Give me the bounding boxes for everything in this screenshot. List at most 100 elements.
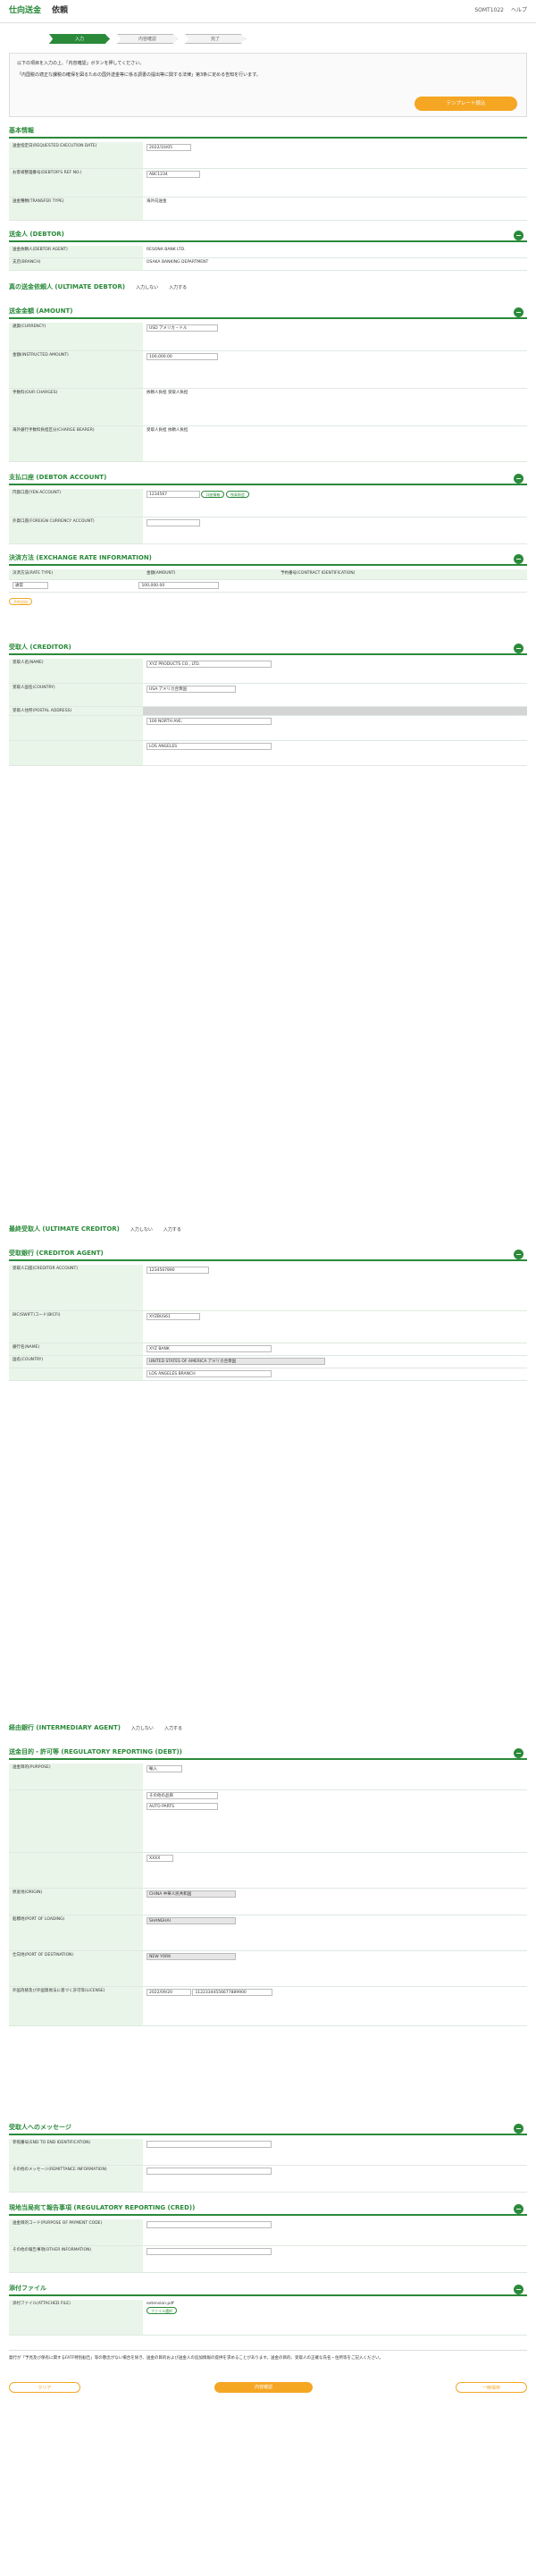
agent-name-label: 銀行名(NAME) [9, 1343, 143, 1355]
loading-label: 船積地(PORT OF LOADING) [9, 1915, 143, 1950]
bic-input[interactable]: XYZBUS61 [147, 1313, 200, 1320]
amount-input[interactable]: 100,000.00 [147, 353, 218, 360]
other-info-input[interactable] [147, 2248, 272, 2255]
origin-label: 原産地(ORIGIN) [9, 1889, 143, 1915]
ultcreditor-opt-yes[interactable]: 入力する [163, 1227, 181, 1233]
intermediary-opt-no[interactable]: 入力しない [131, 1726, 154, 1732]
collapse-icon[interactable]: − [514, 643, 523, 653]
account-info-button[interactable]: 口座情報 [201, 491, 225, 498]
message-label-1: 参照番号(END TO END IDENTIFICATION) [9, 2139, 143, 2165]
collapse-icon[interactable]: − [514, 553, 523, 564]
ref-label: お客様整理番号(DEBTOR'S REF NO.) [9, 169, 143, 197]
transfer-radio[interactable]: 海外向送金 [147, 199, 167, 204]
rate-amount-input[interactable]: 100,000.00 [138, 582, 220, 589]
origin-select[interactable]: CHINA 中華人民共和国 [147, 1890, 236, 1898]
rate-title: 決済方法 (EXCHANGE RATE INFORMATION) [9, 554, 152, 562]
files-title: 添付ファイル [9, 2285, 46, 2293]
page-title: 仕向送金 [9, 5, 42, 15]
template-load-button[interactable]: テンプレート読込 [415, 97, 517, 111]
file-select-button[interactable]: ファイル選択 [147, 2306, 177, 2314]
clear-button[interactable]: クリア [9, 2382, 80, 2393]
dest-input[interactable]: NEW YORK [147, 1953, 236, 1960]
town-input[interactable]: LOS ANGELES [147, 743, 272, 750]
iban-input[interactable]: 1234567890 [147, 1267, 209, 1274]
overseas-opt-2[interactable]: 依頼人負担 [168, 428, 188, 433]
app-header: 仕向送金 依頼 SOMT1022 ヘルプ [0, 0, 536, 23]
remittance-input[interactable] [147, 2168, 272, 2175]
end-to-end-input[interactable] [147, 2141, 272, 2148]
rate-type-select[interactable]: 通常 [13, 582, 48, 589]
collapse-icon[interactable]: − [514, 1747, 523, 1758]
confirm-button[interactable]: 内容確認 [214, 2382, 313, 2393]
amount-section: 送金金額 (AMOUNT) − 通貨(CURRENCY) USD アメリカ・ドル 金… [9, 307, 527, 464]
ultimate-creditor-section: 最終受取人 (ULTIMATE CREDITOR) 入力しない 入力する [9, 1224, 527, 1240]
message-label-2: その他のメッセージ(REMITTANCE INFORMATION) [9, 2166, 143, 2192]
ultdebtor-title: 真の送金依頼人 (ULTIMATE DEBTOR) [9, 283, 126, 291]
agent-account-label: 受取人口座(CREDITOR ACCOUNT) [9, 1265, 143, 1310]
account-title: 支払口座 (DEBTOR ACCOUNT) [9, 474, 107, 482]
item-input[interactable]: AUTO PARTS [147, 1803, 218, 1811]
add-contract-button[interactable]: 予約追加 [9, 598, 32, 605]
agent-value: RESONA BANK LTD. [143, 246, 527, 257]
ultdebtor-opt-no[interactable]: 入力しない [136, 285, 158, 291]
ultcreditor-opt-no[interactable]: 入力しない [130, 1227, 153, 1233]
rate-section: 決済方法 (EXCHANGE RATE INFORMATION) − 決済方法(R… [9, 553, 527, 634]
help-link[interactable]: ヘルプ [511, 7, 527, 13]
debtor-section: 送金人 (DEBTOR) − 送金依頼人(DEBTOR AGENT) RESONA … [9, 230, 527, 273]
loading-input[interactable]: SHANGHAI [147, 1917, 236, 1924]
message-title: 受取人へのメッセージ [9, 2124, 71, 2132]
currency-select[interactable]: USD アメリカ・ドル [147, 324, 218, 332]
collapse-icon[interactable]: − [514, 2284, 523, 2294]
license-date-input[interactable]: 2022/09/20 [147, 1989, 191, 1996]
dest-label: 仕向地(PORT OF DESTINATION) [9, 1951, 143, 1986]
basic-title: 基本情報 [9, 126, 527, 139]
amount-label: 金額(INSTRUCTED AMOUNT) [9, 351, 143, 388]
fx-account-input[interactable] [147, 519, 200, 526]
intermediary-section: 経由銀行 (INTERMEDIARY AGENT) 入力しない 入力する [9, 1722, 527, 1738]
agent-country-value: UNITED STATES OF AMERICA アメリカ合衆国 [147, 1358, 325, 1365]
rate-col-type: 決済方法(RATE TYPE) [9, 569, 143, 579]
yen-label: 円貨口座(YEN ACCOUNT) [9, 489, 143, 517]
ref-input[interactable]: ABC1234 [147, 171, 200, 178]
date-input[interactable]: 2022/10/05 [147, 144, 191, 151]
collapse-icon[interactable]: − [514, 1249, 523, 1259]
user-id: SOMT1022 [474, 7, 504, 13]
balance-button[interactable]: 残高照会 [225, 491, 249, 498]
ultdebtor-opt-yes[interactable]: 入力する [169, 285, 187, 291]
agent-name-input[interactable]: XYZ BANK [147, 1345, 272, 1352]
license-no-input[interactable]: 11223344556677889900 [192, 1989, 273, 1996]
ultimate-debtor-section: 真の送金依頼人 (ULTIMATE DEBTOR) 入力しない 入力する [9, 282, 527, 298]
collapse-icon[interactable]: − [514, 2203, 523, 2214]
collapse-icon[interactable]: − [514, 2123, 523, 2134]
creditor-country-label: 受取人国名(COUNTRY) [9, 684, 143, 706]
collapse-icon[interactable]: − [514, 307, 523, 317]
code-input[interactable]: XXXX [147, 1855, 173, 1862]
footer-note: 発行が「予見及び保有に関するFATF特別勧告」等の懸念がない場合を除き、送金の目… [9, 2356, 383, 2361]
cred-title: 現地当局宛て報告事項 (REGULATORY REPORTING (CRED)) [9, 2204, 196, 2212]
fee-opt-2[interactable]: 受取人負担 [168, 391, 188, 395]
account-section: 支払口座 (DEBTOR ACCOUNT) − 円貨口座(YEN ACCOUNT)… [9, 473, 527, 544]
creditor-title: 受取人 (CREDITOR) [9, 644, 71, 652]
collapse-icon[interactable]: − [514, 473, 523, 484]
creditor-name-input[interactable]: XYZ PRODUCTS CO., LTD. [147, 661, 272, 668]
branch-value: OSAKA BANKING DEPARTMENT [143, 258, 527, 270]
overseas-opt-1[interactable]: 受取人負担 [147, 428, 167, 433]
category-select[interactable]: その他の品目 [147, 1792, 218, 1799]
creditor-name-label: 受取人名(NAME) [9, 659, 143, 683]
purpose-code-input[interactable] [147, 2221, 272, 2228]
intermediary-opt-yes[interactable]: 入力する [164, 1726, 182, 1732]
cred-section: 現地当局宛て報告事項 (REGULATORY REPORTING (CRED))… [9, 2203, 527, 2275]
rate-col-contract: 予約番号(CONTRACT IDENTIFICATION) [277, 569, 527, 579]
bic-label: BIC(SWIFT)コード(BICFI) [9, 1311, 143, 1343]
purpose-select[interactable]: 輸入 [147, 1765, 182, 1772]
branch-label: 支店(BRANCH) [9, 258, 143, 270]
street-input[interactable]: 100 NORTH AVE. [147, 718, 272, 725]
fee-opt-1[interactable]: 依頼人負担 [147, 391, 167, 395]
file-name: extension.pdf [147, 2302, 174, 2306]
yen-account-input[interactable]: 1234567 [147, 491, 200, 498]
agent-branch-input[interactable]: LOS ANGELES BRANCH [147, 1370, 272, 1377]
creditor-country-select[interactable]: USA アメリカ合衆国 [147, 686, 236, 693]
collapse-icon[interactable]: − [514, 230, 523, 240]
save-button[interactable]: 一時保存 [456, 2382, 527, 2393]
currency-label: 通貨(CURRENCY) [9, 323, 143, 350]
